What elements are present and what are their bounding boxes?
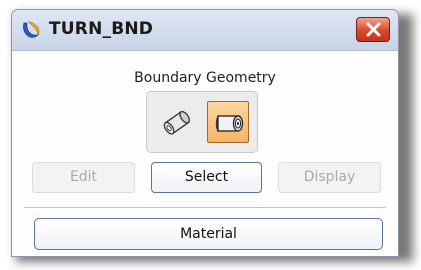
dialog-window: TURN_BND Boundary Geometry Edit Select D… — [11, 9, 399, 257]
select-button[interactable]: Select — [151, 162, 262, 193]
boundary-geometry-button[interactable] — [207, 101, 249, 143]
close-icon — [366, 22, 381, 37]
parts-geometry-button[interactable] — [156, 101, 198, 143]
boundary-geometry-icon — [215, 115, 244, 132]
geometry-type-group — [146, 91, 258, 153]
close-button[interactable] — [356, 17, 390, 42]
edit-button[interactable]: Edit — [32, 162, 135, 193]
section-divider — [24, 207, 386, 209]
display-button[interactable]: Display — [278, 162, 381, 193]
window-title: TURN_BND — [49, 19, 154, 39]
parts-geometry-icon — [163, 110, 191, 135]
material-button[interactable]: Material — [34, 218, 383, 250]
app-logo-icon — [21, 20, 42, 40]
boundary-geometry-label: Boundary Geometry — [134, 70, 276, 86]
title-bar: TURN_BND — [12, 10, 398, 51]
